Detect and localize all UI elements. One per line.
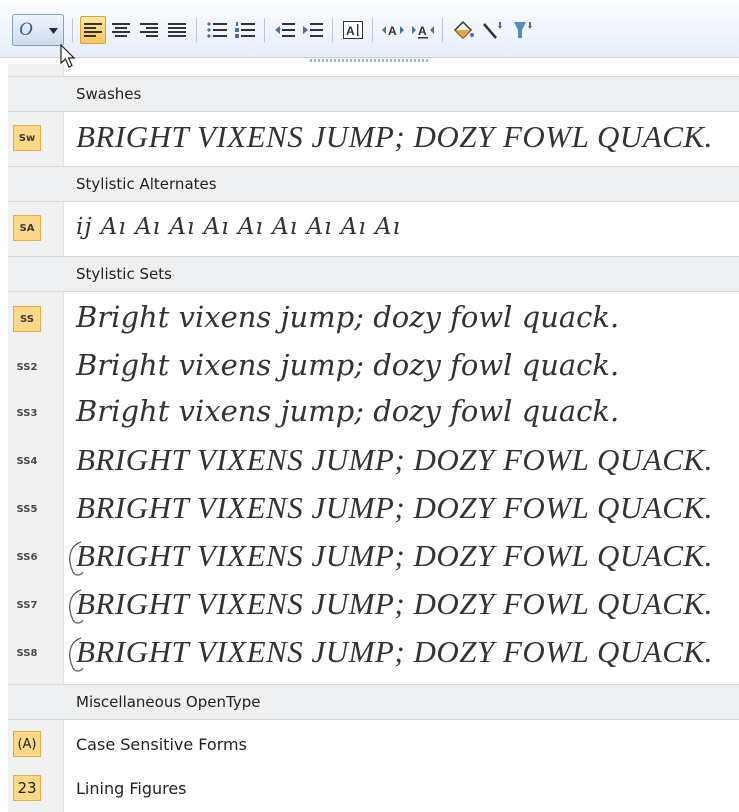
svg-text:A: A (346, 24, 355, 38)
section-header-stylistic-sets: Stylistic Sets (8, 256, 739, 292)
increase-spacing-button[interactable]: A (380, 16, 406, 44)
decrease-indent-button[interactable] (272, 16, 298, 44)
text-box-button[interactable]: A (340, 16, 366, 44)
align-left-button[interactable] (80, 16, 106, 44)
ss6-sample: BRIGHT VIXENS JUMP; DOZY FOWL QUACK. (76, 538, 713, 573)
numbering-icon (235, 22, 255, 38)
case-sensitive-forms-icon: (A) (13, 731, 41, 757)
ss4-badge-icon: SS4 (16, 455, 38, 467)
ss4-sample: BRIGHT VIXENS JUMP; DOZY FOWL QUACK. (76, 442, 713, 477)
align-center-button[interactable] (108, 16, 134, 44)
menu-item-ss5[interactable]: SS5 BRIGHT VIXENS JUMP; DOZY FOWL QUACK. (8, 486, 739, 532)
text-box-icon: A (343, 21, 363, 39)
section-header-miscellaneous: Miscellaneous OpenType (8, 684, 739, 720)
line-color-button[interactable] (480, 16, 506, 44)
justify-icon (168, 23, 186, 37)
numbering-button[interactable] (232, 16, 258, 44)
ss1-badge-icon: SS (13, 306, 41, 332)
toolbar-separator (372, 18, 373, 42)
menu-item-ss6[interactable]: SS6 BRIGHT VIXENS JUMP; DOZY FOWL QUACK. (8, 534, 739, 580)
section-header-label: Stylistic Alternates (76, 175, 217, 193)
toolbar-separator (72, 18, 73, 42)
toolbar-separator (332, 18, 333, 42)
chevron-down-icon (49, 28, 58, 34)
effects-button[interactable] (510, 16, 536, 44)
opentype-menu: Swashes Sw BRIGHT VIXENS JUMP; DOZY FOWL… (8, 64, 739, 812)
ss2-badge-icon: SS2 (16, 361, 38, 373)
section-header-stylistic-alternates: Stylistic Alternates (8, 166, 739, 202)
toolbar-separator (442, 18, 443, 42)
swash-badge-icon: Sw (13, 125, 41, 151)
align-center-icon (112, 23, 130, 37)
toolbar-separator (264, 18, 265, 42)
svg-text:A: A (418, 24, 427, 38)
ss7-badge-icon: SS7 (16, 599, 38, 611)
justify-button[interactable] (164, 16, 190, 44)
opentype-icon: O (19, 19, 33, 40)
menu-item-ss4[interactable]: SS4 BRIGHT VIXENS JUMP; DOZY FOWL QUACK. (8, 438, 739, 484)
svg-text:A: A (388, 24, 397, 38)
ss8-sample: BRIGHT VIXENS JUMP; DOZY FOWL QUACK. (76, 634, 713, 669)
lining-figures-icon: 23 (13, 775, 41, 801)
fill-color-button[interactable] (450, 16, 476, 44)
ss1-sample: Bright vixens jump; dozy fowl quack. (76, 300, 620, 334)
menu-item-stylistic-alternates[interactable]: SA ij Aı Aı Aı Aı Aı Aı Aı Aı Aı (8, 202, 739, 252)
ss2-sample: Bright vixens jump; dozy fowl quack. (76, 348, 620, 382)
menu-item-ss2[interactable]: SS2 Bright vixens jump; dozy fowl quack. (8, 344, 739, 390)
menu-item-case-sensitive-forms[interactable]: (A) Case Sensitive Forms (8, 724, 739, 764)
ss7-sample: BRIGHT VIXENS JUMP; DOZY FOWL QUACK. (76, 586, 713, 621)
menu-item-lining-figures[interactable]: 23 Lining Figures (8, 768, 739, 808)
opentype-dropdown-button[interactable]: O (12, 14, 64, 46)
ss3-badge-icon: SS3 (16, 407, 38, 419)
menu-item-swashes[interactable]: Sw BRIGHT VIXENS JUMP; DOZY FOWL QUACK. (8, 112, 739, 162)
section-header-label: Swashes (76, 85, 142, 103)
ss3-sample: Bright vixens jump; dozy fowl quack. (76, 394, 620, 428)
menu-item-ss8[interactable]: SS8 BRIGHT VIXENS JUMP; DOZY FOWL QUACK. (8, 630, 739, 676)
ss5-badge-icon: SS5 (16, 503, 38, 515)
align-left-icon (84, 23, 102, 37)
ss5-sample: BRIGHT VIXENS JUMP; DOZY FOWL QUACK. (76, 490, 713, 525)
ss8-badge-icon: SS8 (16, 647, 38, 659)
bullets-button[interactable] (204, 16, 230, 44)
stylistic-alternates-sample: ij Aı Aı Aı Aı Aı Aı Aı Aı Aı (76, 214, 401, 240)
formatting-toolbar: O A A A (0, 0, 739, 58)
ss6-badge-icon: SS6 (16, 551, 38, 563)
align-right-icon (140, 23, 158, 37)
decrease-indent-icon (275, 23, 295, 37)
bullets-icon (207, 22, 227, 38)
fill-color-icon (453, 20, 474, 40)
case-sensitive-forms-label: Case Sensitive Forms (76, 735, 247, 754)
swash-sample: BRIGHT VIXENS JUMP; DOZY FOWL QUACK. (76, 119, 713, 154)
section-header-label: Miscellaneous OpenType (76, 693, 261, 711)
decrease-spacing-button[interactable]: A (410, 16, 436, 44)
menu-item-ss3[interactable]: SS3 Bright vixens jump; dozy fowl quack. (8, 390, 739, 436)
increase-indent-icon (303, 23, 323, 37)
effects-icon (514, 22, 532, 38)
section-header-swashes: Swashes (8, 76, 739, 112)
line-color-icon (483, 22, 502, 39)
lining-figures-label: Lining Figures (76, 779, 187, 798)
decrease-spacing-icon: A (412, 24, 434, 39)
align-right-button[interactable] (136, 16, 162, 44)
menu-item-ss7[interactable]: SS7 BRIGHT VIXENS JUMP; DOZY FOWL QUACK. (8, 582, 739, 628)
increase-spacing-icon: A (382, 24, 404, 38)
increase-indent-button[interactable] (300, 16, 326, 44)
section-header-label: Stylistic Sets (76, 265, 172, 283)
stylistic-alternates-badge-icon: SA (13, 215, 41, 241)
resize-grip[interactable] (310, 59, 430, 62)
menu-item-ss1[interactable]: SS Bright vixens jump; dozy fowl quack. (8, 296, 739, 342)
toolbar-separator (196, 18, 197, 42)
